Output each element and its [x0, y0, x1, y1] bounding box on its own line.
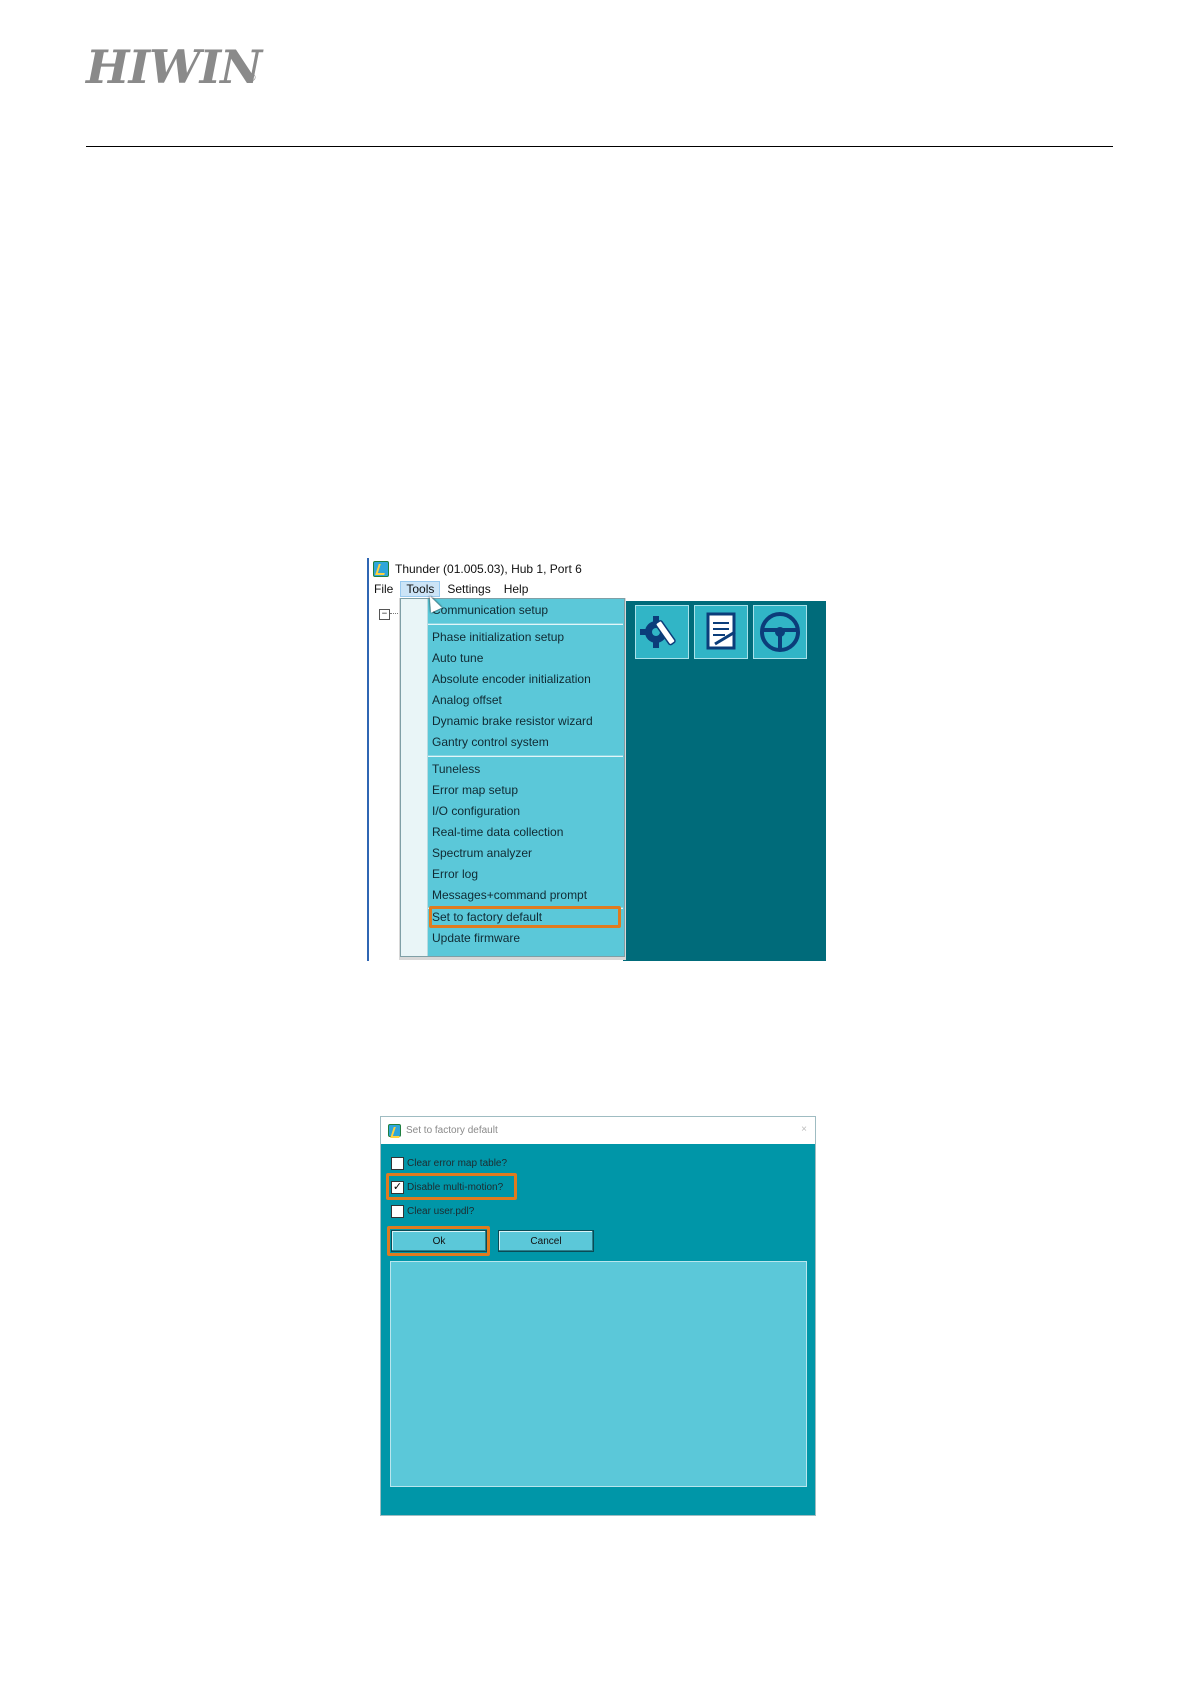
- menu-item-spectrum-analyzer[interactable]: Spectrum analyzer: [432, 844, 532, 862]
- dialog-titlebar: Set to factory default ×: [381, 1117, 815, 1144]
- registered-mark: ®: [246, 71, 257, 84]
- menu-item-update-firmware[interactable]: Update firmware: [432, 929, 520, 947]
- menu-file[interactable]: File: [368, 581, 399, 597]
- document-edit-icon[interactable]: [694, 605, 748, 659]
- menu-item-error-map[interactable]: Error map setup: [432, 781, 518, 799]
- ok-highlight-box: [387, 1226, 490, 1256]
- cancel-button[interactable]: Cancel: [498, 1230, 594, 1252]
- menu-item-error-log[interactable]: Error log: [432, 865, 478, 883]
- thunder-main-window: Thunder (01.005.03), Hub 1, Port 6 File …: [367, 558, 826, 961]
- gear-wrench-icon[interactable]: [635, 605, 689, 659]
- dialog-output-area: [390, 1261, 807, 1487]
- menu-settings[interactable]: Settings: [441, 581, 496, 597]
- factory-default-highlight-box: [429, 906, 621, 928]
- checkbox-clear-error-map[interactable]: [391, 1156, 404, 1170]
- menu-item-analog-offset[interactable]: Analog offset: [432, 691, 502, 709]
- document-edit-svg: [706, 612, 736, 650]
- option-clear-error-map[interactable]: Clear error map table?: [391, 1155, 507, 1171]
- thunder-app-icon: [373, 561, 389, 577]
- menu-item-phase-initialization[interactable]: Phase initialization setup: [432, 628, 564, 646]
- menu-item-gantry-control[interactable]: Gantry control system: [432, 733, 549, 751]
- option-label: Clear error map table?: [407, 1157, 508, 1169]
- window-title: Thunder (01.005.03), Hub 1, Port 6: [395, 562, 582, 576]
- header-divider: [86, 146, 1113, 147]
- factory-default-dialog: Set to factory default × Clear error map…: [380, 1116, 816, 1516]
- window-titlebar: Thunder (01.005.03), Hub 1, Port 6: [367, 558, 826, 580]
- menu-item-messages-prompt[interactable]: Messages+command prompt: [432, 886, 587, 904]
- gear-wrench-svg: [640, 616, 676, 648]
- checkbox-clear-user-pdl[interactable]: [391, 1204, 404, 1218]
- tree-collapse-icon[interactable]: −: [379, 609, 390, 620]
- menu-help[interactable]: Help: [498, 581, 535, 597]
- tools-dropdown-menu: Communication setup Phase initialization…: [400, 598, 625, 957]
- device-tree: −: [369, 602, 403, 961]
- menu-item-communication-setup[interactable]: Communication setup: [432, 601, 548, 619]
- menu-item-tuneless[interactable]: Tuneless: [432, 760, 480, 778]
- menu-item-absolute-encoder[interactable]: Absolute encoder initialization: [432, 670, 591, 688]
- thunder-app-icon: [388, 1124, 401, 1137]
- steering-wheel-svg: [760, 612, 800, 652]
- option-clear-user-pdl[interactable]: Clear user.pdl?: [391, 1203, 474, 1219]
- hiwin-logo: HIWIN: [86, 40, 262, 94]
- close-icon[interactable]: ×: [801, 1124, 807, 1135]
- multi-motion-highlight-box: [386, 1173, 517, 1200]
- menu-item-auto-tune[interactable]: Auto tune: [432, 649, 483, 667]
- menu-separator: [428, 623, 623, 625]
- steering-wheel-icon[interactable]: [753, 605, 807, 659]
- dialog-title: Set to factory default: [406, 1125, 498, 1136]
- menu-item-dynamic-brake[interactable]: Dynamic brake resistor wizard: [432, 712, 593, 730]
- menu-icon-gutter: [401, 599, 428, 956]
- menu-item-data-collection[interactable]: Real-time data collection: [432, 823, 563, 841]
- option-label: Clear user.pdl?: [407, 1205, 475, 1217]
- menu-separator: [428, 755, 623, 757]
- menu-item-io-configuration[interactable]: I/O configuration: [432, 802, 520, 820]
